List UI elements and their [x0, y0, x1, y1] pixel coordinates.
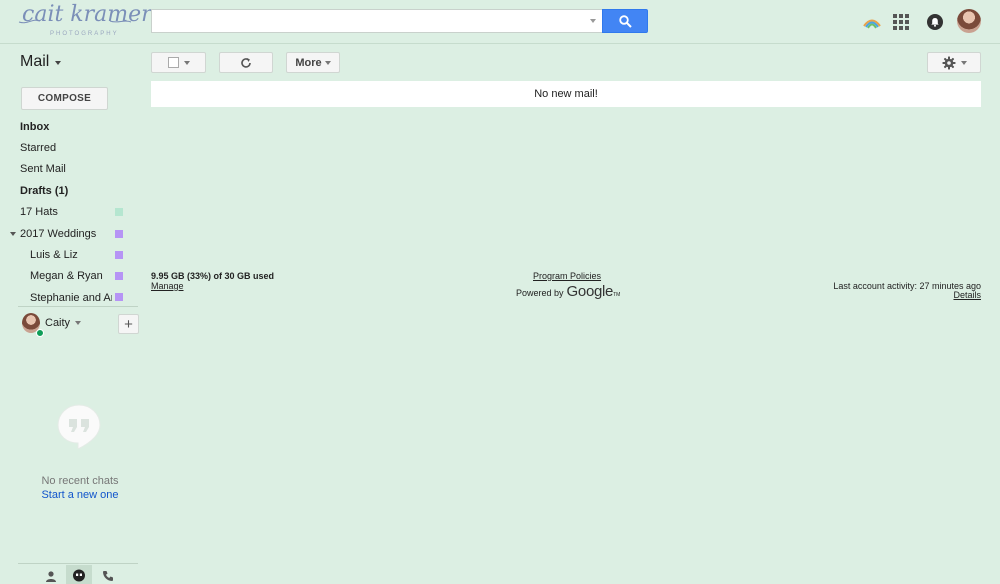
- apps-grid-icon[interactable]: [890, 11, 912, 33]
- more-button[interactable]: More: [286, 52, 340, 73]
- mail-switcher[interactable]: Mail: [20, 53, 62, 71]
- more-button-label: More: [295, 56, 322, 69]
- manage-storage-link[interactable]: Manage: [151, 281, 184, 291]
- search-icon: [618, 14, 632, 28]
- hangouts-user-name: Caity: [45, 317, 71, 329]
- label-color-swatch[interactable]: [115, 293, 123, 301]
- refresh-icon: [241, 57, 251, 68]
- nav-item-inbox[interactable]: Inbox: [20, 118, 49, 136]
- powered-by-google: Powered by Google TM: [516, 283, 620, 300]
- mail-label: Mail: [20, 53, 50, 70]
- nav-item-sent-mail[interactable]: Sent Mail: [20, 160, 66, 178]
- hangouts-chat-icon: [57, 404, 101, 449]
- chevron-down-icon: [324, 60, 331, 65]
- avatar: [957, 9, 981, 33]
- nav-item-17-hats[interactable]: 17 Hats: [20, 203, 58, 221]
- search-options-caret-icon[interactable]: [590, 19, 596, 23]
- compose-button[interactable]: COMPOSE: [21, 87, 108, 110]
- nav-item-drafts[interactable]: Drafts (1): [20, 182, 68, 200]
- label-color-swatch[interactable]: [115, 208, 123, 216]
- storage-usage-text: 9.95 GB (33%) of 30 GB used: [151, 271, 275, 281]
- program-policies-link[interactable]: Program Policies: [533, 271, 601, 281]
- label-color-swatch[interactable]: [115, 230, 123, 238]
- brand-logo[interactable]: cait kramer PHOTOGRAPHY: [18, 2, 152, 40]
- label-color-swatch[interactable]: [115, 251, 123, 259]
- online-status-icon: [36, 329, 44, 337]
- google-wordmark: Google: [566, 283, 614, 300]
- chevron-down-icon: [183, 60, 190, 65]
- prism-logo-icon[interactable]: [861, 11, 883, 33]
- settings-button[interactable]: [927, 52, 981, 73]
- account-avatar[interactable]: [957, 9, 981, 33]
- nav-item-luis-liz[interactable]: Luis & Liz: [30, 246, 78, 264]
- logo-text: cait kramer: [22, 2, 152, 27]
- chevron-down-icon: [55, 61, 62, 65]
- nav-item-2017-weddings[interactable]: 2017 Weddings: [20, 225, 96, 243]
- checkbox-icon: [167, 57, 179, 68]
- start-new-chat-link[interactable]: Start a new one: [20, 489, 140, 501]
- contacts-person-icon[interactable]: [42, 568, 60, 584]
- hangouts-tab-icon[interactable]: [70, 568, 88, 584]
- nav-divider: [18, 306, 138, 307]
- logo-subtext: PHOTOGRAPHY: [50, 31, 119, 37]
- activity-details-link[interactable]: Details: [953, 290, 981, 300]
- powered-by-text: Powered by: [516, 288, 564, 298]
- trademark-mark: TM: [613, 292, 621, 298]
- select-checkbox-button[interactable]: [151, 52, 206, 73]
- gear-icon: [942, 56, 955, 69]
- collapse-triangle-icon[interactable]: [10, 232, 16, 236]
- refresh-button[interactable]: [219, 52, 273, 73]
- label-color-swatch[interactable]: [115, 272, 123, 280]
- hangouts-bottom-bar: [18, 563, 138, 584]
- search-input[interactable]: [151, 9, 602, 33]
- phone-icon[interactable]: [99, 568, 117, 584]
- plus-icon: +: [124, 315, 133, 333]
- nav-item-megan-ryan[interactable]: Megan & Ryan: [30, 267, 103, 285]
- no-mail-notice: No new mail!: [151, 81, 981, 107]
- no-mail-text: No new mail!: [534, 88, 598, 100]
- chevron-down-icon: [75, 321, 82, 325]
- no-chats-text: No recent chats: [41, 475, 119, 487]
- chevron-down-icon: [960, 60, 967, 65]
- nav-item-stephanie[interactable]: Stephanie and An...: [30, 289, 112, 307]
- top-header: cait kramer PHOTOGRAPHY: [0, 0, 1000, 44]
- search-button[interactable]: [602, 9, 648, 33]
- notifications-icon[interactable]: [924, 11, 946, 33]
- nav-item-starred[interactable]: Starred: [20, 139, 56, 157]
- new-conversation-button[interactable]: +: [118, 314, 139, 334]
